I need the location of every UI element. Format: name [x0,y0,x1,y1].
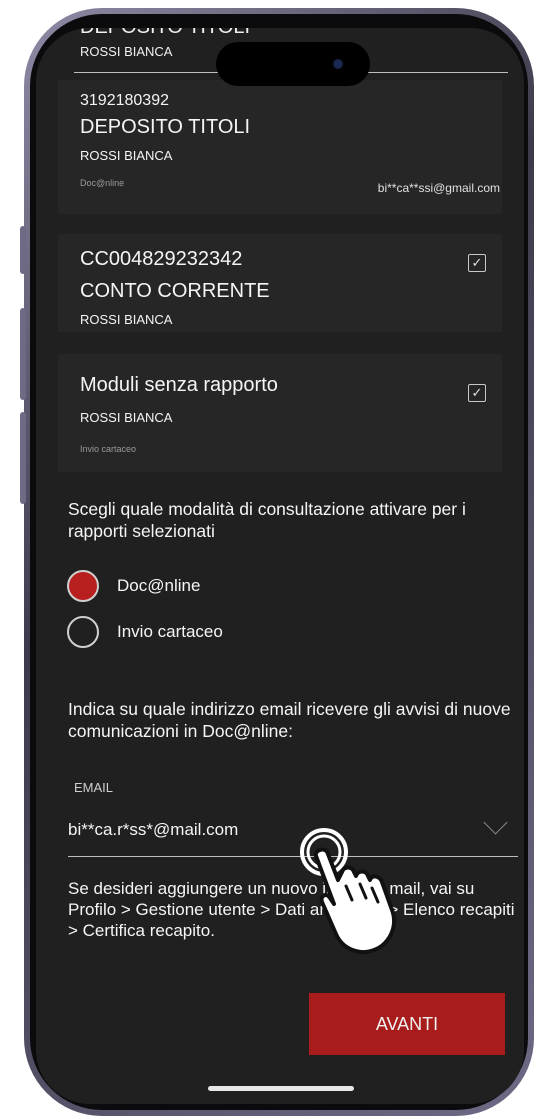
dynamic-island [216,42,370,86]
email-prompt: Indica su quale indirizzo email ricevere… [68,699,511,741]
email-field-label: EMAIL [74,780,114,795]
account-card[interactable]: CC004829232342 CONTO CORRENTE ROSSI BIAN… [58,234,502,332]
radio-label: Doc@nline [117,576,201,595]
mute-switch [20,226,26,274]
account-type: DEPOSITO TITOLI [80,28,250,39]
account-card[interactable]: 3192180392 DEPOSITO TITOLI ROSSI BIANCA … [58,80,502,214]
account-number: 3192180392 [80,92,169,109]
radio-option-cartaceo[interactable]: Invio cartaceo [67,616,287,650]
app-screen: DEPOSITO TITOLI ROSSI BIANCA 3192180392 … [36,28,524,1104]
radio-label: Invio cartaceo [117,622,223,641]
avanti-button[interactable]: AVANTI [309,993,505,1055]
account-mode: Invio cartaceo [80,444,137,454]
email-select[interactable]: bi**ca.r*ss*@mail.com [68,810,518,857]
account-owner: ROSSI BIANCA [80,148,173,163]
account-title: Moduli senza rapporto [80,374,278,396]
camera-icon [334,60,342,68]
volume-up-button [20,308,26,400]
account-owner: ROSSI BIANCA [80,410,173,425]
account-mode: Doc@nline [80,178,125,188]
hand-pointer-icon [300,828,396,954]
account-card[interactable]: Moduli senza rapporto ROSSI BIANCA Invio… [58,354,502,472]
radio-button[interactable] [67,616,99,648]
email-select-value: bi**ca.r*ss*@mail.com [68,820,239,839]
account-owner: ROSSI BIANCA [80,44,173,59]
chevron-down-icon[interactable] [483,810,508,835]
home-indicator[interactable] [208,1086,354,1091]
email-hint: Se desideri aggiungere un nuovo indirizz… [68,879,515,940]
check-icon: ✓ [471,385,483,400]
account-type: DEPOSITO TITOLI [80,116,251,138]
check-icon: ✓ [471,255,483,270]
volume-down-button [20,412,26,504]
account-owner: ROSSI BIANCA [80,312,173,327]
account-number: CC004829232342 [80,248,243,270]
account-checkbox[interactable]: ✓ [468,254,486,272]
consultation-prompt: Scegli quale modalità di consultazione a… [68,499,466,541]
account-checkbox[interactable]: ✓ [468,384,486,402]
account-email: bi**ca**ssi@gmail.com [377,181,500,195]
account-type: CONTO CORRENTE [80,280,270,302]
radio-option-doconline[interactable]: Doc@nline [67,570,287,604]
radio-button[interactable] [67,570,99,602]
